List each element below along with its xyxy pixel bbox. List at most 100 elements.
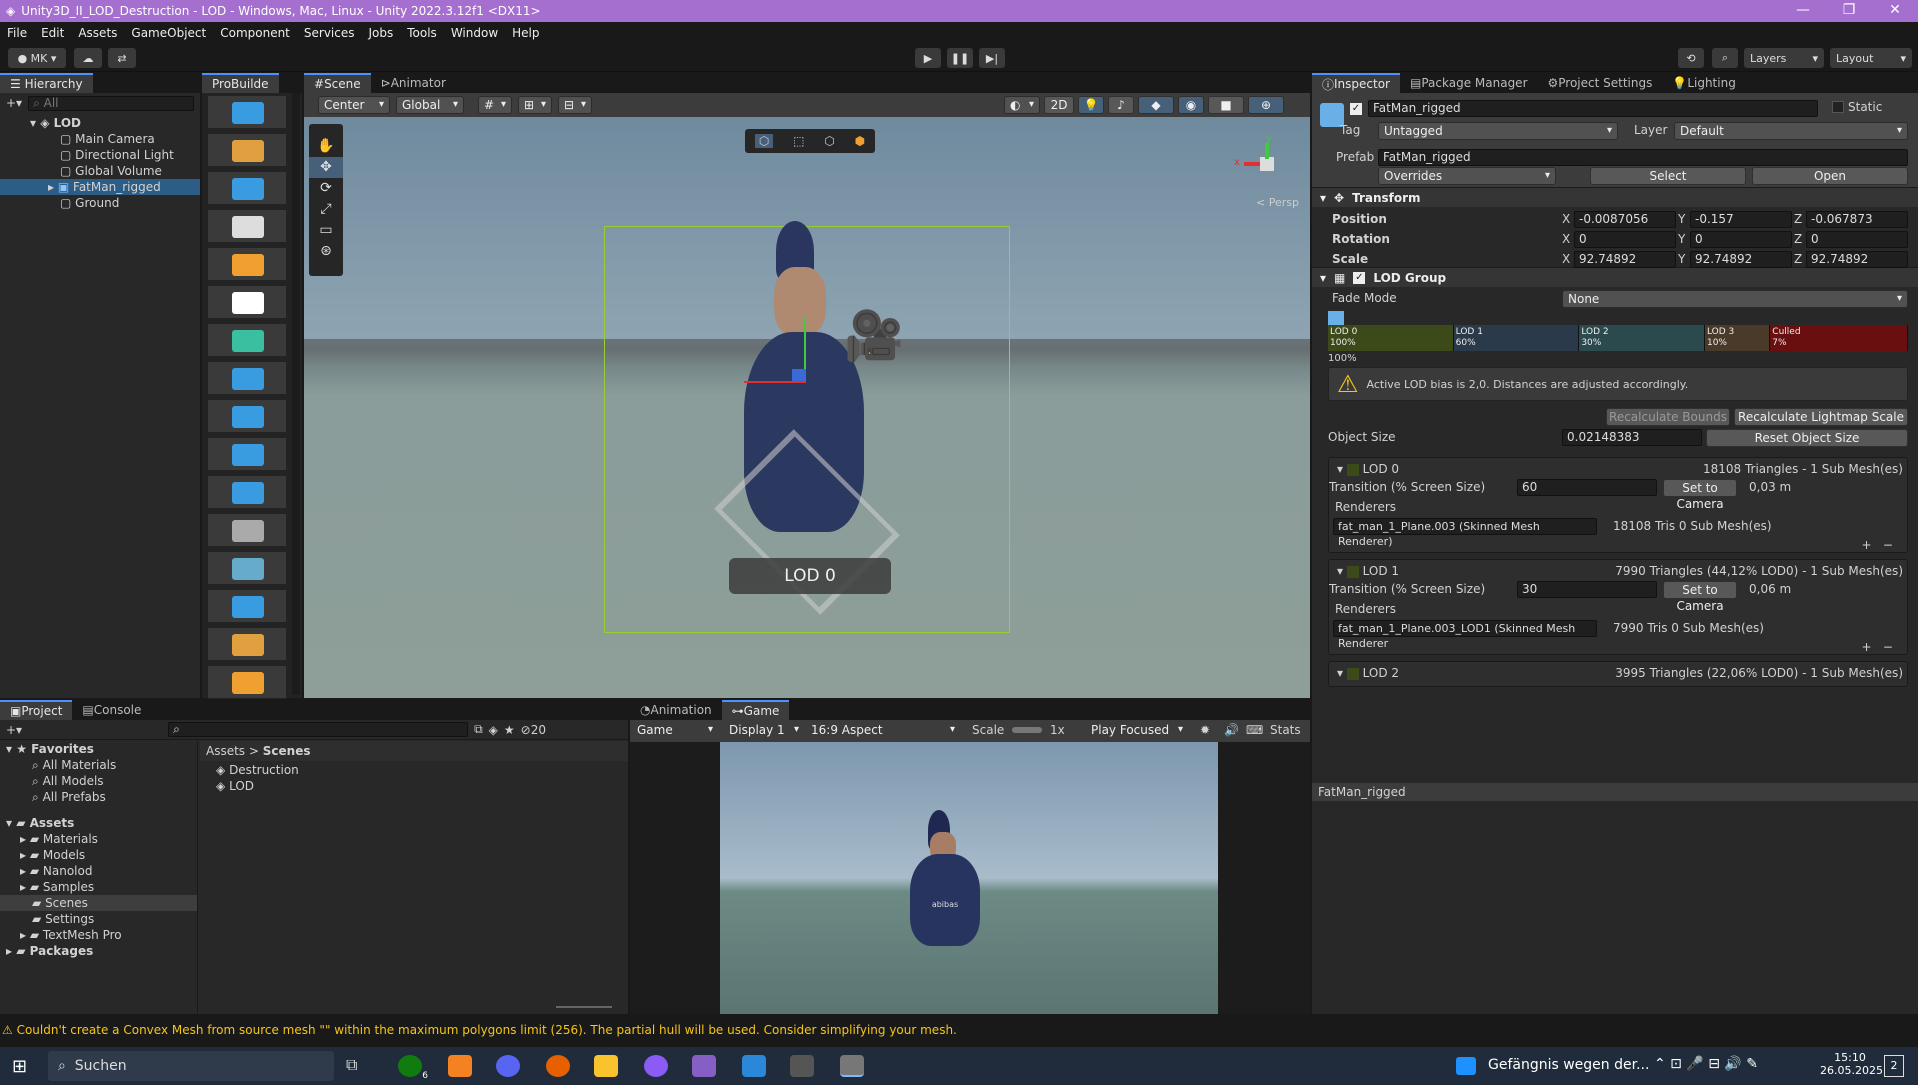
tab-inspector[interactable]: ⓘ Inspector (1312, 73, 1400, 93)
tab-lighting[interactable]: 💡 Lighting (1662, 73, 1745, 93)
set-to-camera-button[interactable]: Set to Camera (1663, 479, 1737, 511)
hierarchy-search-input[interactable]: ⌕ All (28, 95, 194, 111)
account-dropdown[interactable]: ● MK ▾ (8, 48, 66, 68)
game-mode-dropdown[interactable]: Game (632, 722, 718, 740)
packages-folder[interactable]: ▸ ▰ Packages (0, 943, 197, 959)
set-to-camera-button[interactable]: Set to Camera (1663, 581, 1737, 613)
favorite-all-models[interactable]: ⌕ All Models (0, 773, 197, 789)
renderer-field[interactable]: fat_man_1_Plane.003 (Skinned Mesh Render… (1333, 518, 1597, 548)
rect-tool-icon[interactable]: ▭ (309, 220, 343, 241)
camera-marker-icon[interactable] (1328, 311, 1344, 325)
pivot-dropdown[interactable]: Center (318, 96, 390, 114)
tab-scene[interactable]: # Scene (304, 73, 371, 93)
tab-package-manager[interactable]: ▤ Package Manager (1400, 73, 1538, 93)
menu-assets[interactable]: Assets (71, 26, 124, 40)
menu-file[interactable]: File (0, 26, 34, 40)
transition-field[interactable]: 60 (1517, 479, 1657, 496)
cloud-button[interactable]: ☁ (74, 48, 102, 68)
collab-button[interactable]: ⇄ (108, 48, 136, 68)
tab-console[interactable]: ▤ Console (72, 700, 151, 720)
probuilder-tool-button[interactable] (207, 247, 287, 281)
add-icon[interactable]: +▾ (6, 723, 22, 737)
task-view-icon[interactable]: ⧉ (346, 1055, 370, 1077)
probuilder-scrollbar[interactable] (292, 93, 300, 695)
recalculate-bounds-button[interactable]: Recalculate Bounds (1606, 408, 1730, 426)
move-tool-icon[interactable]: ✥ (309, 157, 343, 178)
stats-button[interactable]: Stats (1270, 723, 1301, 737)
minimize-button[interactable]: — (1780, 0, 1826, 22)
probuilder-tool-button[interactable] (207, 323, 287, 357)
taskbar-search[interactable]: ⌕ Suchen (48, 1051, 334, 1081)
projection-label[interactable]: < Persp (1256, 196, 1299, 209)
rotate-tool-icon[interactable]: ⟳ (309, 178, 343, 199)
tag-dropdown[interactable]: Untagged (1378, 122, 1618, 140)
probuilder-tool-button[interactable] (207, 627, 287, 661)
prefab-field[interactable]: FatMan_rigged (1378, 149, 1908, 166)
breadcrumb-assets[interactable]: Assets (206, 744, 245, 758)
active-checkbox[interactable]: ✓ (1350, 103, 1362, 115)
lod-bar-segment[interactable]: LOD 3 10% (1704, 325, 1771, 351)
object-size-field[interactable]: 0.02148383 (1562, 429, 1702, 446)
debug-icon[interactable]: ✹ (1200, 723, 1210, 737)
probuilder-tool-button[interactable] (207, 399, 287, 433)
fade-mode-dropdown[interactable]: None (1562, 290, 1908, 308)
folder-materials[interactable]: ▸ ▰ Materials (0, 831, 197, 847)
notification-center-icon[interactable]: 2 (1884, 1055, 1904, 1077)
probuilder-tool-button[interactable] (207, 589, 287, 623)
icon-size-slider[interactable] (556, 1006, 612, 1008)
vertex-mode-icon[interactable]: ⬚ (793, 134, 804, 148)
lod-bar-segment[interactable]: LOD 0 100% (1328, 325, 1454, 351)
lodgroup-header[interactable]: ▾ ▦ ✓ LOD Group (1312, 267, 1918, 287)
menu-help[interactable]: Help (505, 26, 546, 40)
hierarchy-item-global-volume[interactable]: ▢ Global Volume (0, 163, 200, 179)
renderer-add-remove[interactable]: + − (1861, 640, 1893, 654)
overrides-dropdown[interactable]: Overrides (1378, 167, 1556, 185)
pause-button[interactable]: ❚❚ (947, 48, 973, 68)
scale-slider[interactable] (1012, 727, 1042, 733)
xbox-icon[interactable]: 6 (398, 1055, 428, 1081)
lodgroup-enabled-checkbox[interactable]: ✓ (1353, 271, 1366, 284)
play-button[interactable]: ▶ (915, 48, 941, 68)
unity-editor-icon[interactable] (840, 1055, 864, 1077)
probuilder-tool-button[interactable] (207, 171, 287, 205)
folder-scenes[interactable]: ▰ Scenes (0, 895, 197, 911)
aspect-dropdown[interactable]: 16:9 Aspect (806, 722, 960, 740)
visibility-toggle[interactable]: ◉ (1178, 96, 1204, 114)
probuilder-tool-button[interactable] (207, 437, 287, 471)
tray-icons[interactable]: ⌃ ⊡ 🎤 ⊟ 🔊 ✎ (1654, 1056, 1758, 1072)
project-search-input[interactable]: ⌕ (168, 722, 469, 737)
layer-dropdown[interactable]: Default (1674, 122, 1908, 140)
github-desktop-icon[interactable] (644, 1055, 668, 1077)
position-z-field[interactable]: -0.067873 (1806, 211, 1908, 228)
effects-dropdown[interactable]: ◆ (1138, 96, 1174, 114)
prefab-select-button[interactable]: Select (1590, 167, 1746, 185)
play-focus-dropdown[interactable]: Play Focused (1086, 722, 1188, 740)
lod-bar-segment[interactable]: Culled 7% (1770, 325, 1909, 351)
position-y-field[interactable]: -0.157 (1690, 211, 1792, 228)
file-destruction[interactable]: ◈ Destruction (216, 762, 299, 778)
move-gizmo-x[interactable] (744, 381, 806, 383)
scale-z-field[interactable]: 92.74892 (1806, 251, 1908, 268)
menu-jobs[interactable]: Jobs (362, 26, 401, 40)
lod-bar[interactable]: LOD 0 100% LOD 1 60% LOD 2 30% LOD 3 10% Culled 7… (1328, 325, 1909, 351)
probuilder-tool-button[interactable] (207, 475, 287, 509)
filter-type-icon[interactable]: ⧉ (474, 722, 483, 737)
status-bar[interactable]: ⚠ Couldn't create a Convex Mesh from sou… (0, 1016, 1918, 1044)
lod-foldout[interactable]: ▾ LOD 2 (1337, 666, 1399, 680)
hierarchy-item-directional-light[interactable]: ▢ Directional Light (0, 147, 200, 163)
probuilder-tool-button[interactable] (207, 285, 287, 319)
hierarchy-item-main-camera[interactable]: ▢ Main Camera (0, 131, 200, 147)
folder-textmesh-pro[interactable]: ▸ ▰ TextMesh Pro (0, 927, 197, 943)
folder-samples[interactable]: ▸ ▰ Samples (0, 879, 197, 895)
face-mode-icon[interactable]: ⬢ (855, 134, 865, 148)
firefox-icon[interactable] (546, 1055, 570, 1077)
add-icon[interactable]: +▾ (6, 96, 22, 110)
news-headline[interactable]: Gefängnis wegen der... (1488, 1057, 1649, 1073)
scale-tool-icon[interactable]: ⤢ (309, 199, 343, 220)
gizmos-dropdown[interactable]: ⊕ (1248, 96, 1284, 114)
align-dropdown[interactable]: ⊟ (558, 96, 592, 114)
grid-snap-dropdown[interactable]: # (478, 96, 512, 114)
probuilder-tool-button[interactable] (207, 133, 287, 167)
lod-foldout[interactable]: ▾ LOD 0 (1337, 462, 1399, 476)
filter-label-icon[interactable]: ◈ (489, 723, 498, 737)
